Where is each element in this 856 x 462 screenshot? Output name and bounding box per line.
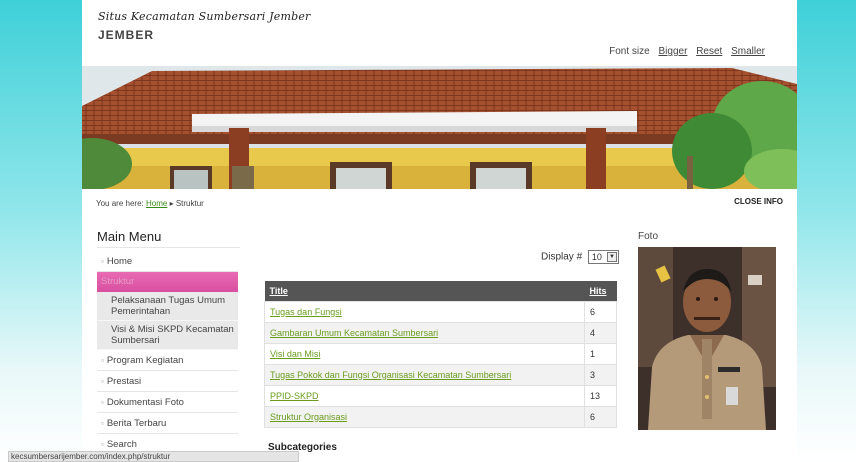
table-row: PPID-SKPD 13 — [264, 384, 617, 407]
menu-item-struktur[interactable]: Struktur — [97, 272, 238, 292]
display-label: Display # — [541, 251, 583, 263]
bullet-icon: ▫ — [101, 419, 104, 428]
browser-status-bar: kecsumbersarijember.com/index.php/strukt… — [8, 451, 299, 462]
menu-item-dokumentasi-foto[interactable]: ▫ Dokumentasi Foto — [97, 392, 238, 413]
article-link[interactable]: Struktur Organisasi — [270, 412, 347, 422]
main-menu-title: Main Menu — [97, 229, 162, 244]
bullet-icon: ▫ — [101, 440, 104, 449]
breadcrumb-separator-icon: ▸ — [169, 199, 174, 208]
font-smaller-link[interactable]: Smaller — [731, 46, 765, 57]
table-row: Visi dan Misi 1 — [264, 342, 617, 365]
site-name: JEMBER — [98, 28, 155, 42]
table-row: Gambaran Umum Kecamatan Sumbersari 4 — [264, 321, 617, 344]
submenu-item-visi-misi[interactable]: Visi & Misi SKPD Kecamatan Sumbersari — [97, 321, 238, 350]
column-header-title[interactable]: Title — [264, 281, 585, 301]
breadcrumb-home-link[interactable]: Home — [146, 199, 167, 208]
foto-portrait-image — [638, 247, 776, 430]
breadcrumb: You are here: Home ▸ Struktur — [96, 199, 204, 208]
foto-title: Foto — [638, 231, 659, 242]
menu-item-prestasi[interactable]: ▫ Prestasi — [97, 371, 238, 392]
close-info-button[interactable]: CLOSE INFO — [734, 197, 783, 206]
bullet-icon: ▫ — [101, 356, 104, 365]
display-select[interactable]: 10 ▼ — [587, 250, 619, 264]
menu-divider — [97, 247, 240, 248]
bullet-icon: ▫ — [101, 377, 104, 386]
site-script-title: Situs Kecamatan Sumbersari Jember — [98, 10, 311, 23]
font-bigger-link[interactable]: Bigger — [659, 46, 688, 57]
menu-item-program-kegiatan[interactable]: ▫ Program Kegiatan — [97, 350, 238, 371]
chevron-down-icon[interactable]: ▼ — [606, 252, 617, 262]
bullet-icon: ▫ — [101, 257, 104, 266]
main-menu: ▫ Home Struktur Pelaksanaan Tugas Umum Pe… — [97, 251, 238, 455]
table-row: Struktur Organisasi 6 — [264, 405, 617, 428]
submenu-item-pelaksanaan[interactable]: Pelaksanaan Tugas Umum Pemerintahan — [97, 292, 238, 321]
breadcrumb-current: Struktur — [175, 199, 204, 208]
hits-cell: 13 — [584, 384, 617, 407]
article-link[interactable]: Tugas Pokok dan Fungsi Organisasi Kecama… — [270, 370, 511, 380]
font-size-label: Font size — [609, 46, 650, 57]
hits-cell: 3 — [584, 363, 617, 386]
breadcrumb-prefix: You are here: — [96, 199, 144, 208]
article-link[interactable]: Tugas dan Fungsi — [270, 307, 342, 317]
header-banner-image — [82, 66, 797, 189]
hits-cell: 1 — [584, 342, 617, 365]
display-count-control: Display # 10 ▼ — [541, 250, 619, 264]
hits-cell: 6 — [584, 405, 617, 428]
font-reset-link[interactable]: Reset — [696, 46, 722, 57]
table-row: Tugas dan Fungsi 6 — [264, 300, 617, 323]
menu-item-berita-terbaru[interactable]: ▫ Berita Terbaru — [97, 413, 238, 434]
column-header-hits[interactable]: Hits — [584, 281, 617, 301]
hits-cell: 6 — [584, 300, 617, 323]
article-link[interactable]: Gambaran Umum Kecamatan Sumbersari — [270, 328, 438, 338]
font-size-controls: Font size Bigger Reset Smaller — [609, 46, 765, 57]
article-link[interactable]: Visi dan Misi — [270, 349, 320, 359]
page-container: Situs Kecamatan Sumbersari Jember JEMBER… — [82, 0, 797, 462]
article-link[interactable]: PPID-SKPD — [270, 391, 319, 401]
menu-item-home[interactable]: ▫ Home — [97, 251, 238, 272]
articles-table: Title Hits Tugas dan Fungsi 6 Gambaran Um… — [264, 281, 617, 428]
bullet-icon: ▫ — [101, 398, 104, 407]
table-row: Tugas Pokok dan Fungsi Organisasi Kecama… — [264, 363, 617, 386]
hits-cell: 4 — [584, 321, 617, 344]
